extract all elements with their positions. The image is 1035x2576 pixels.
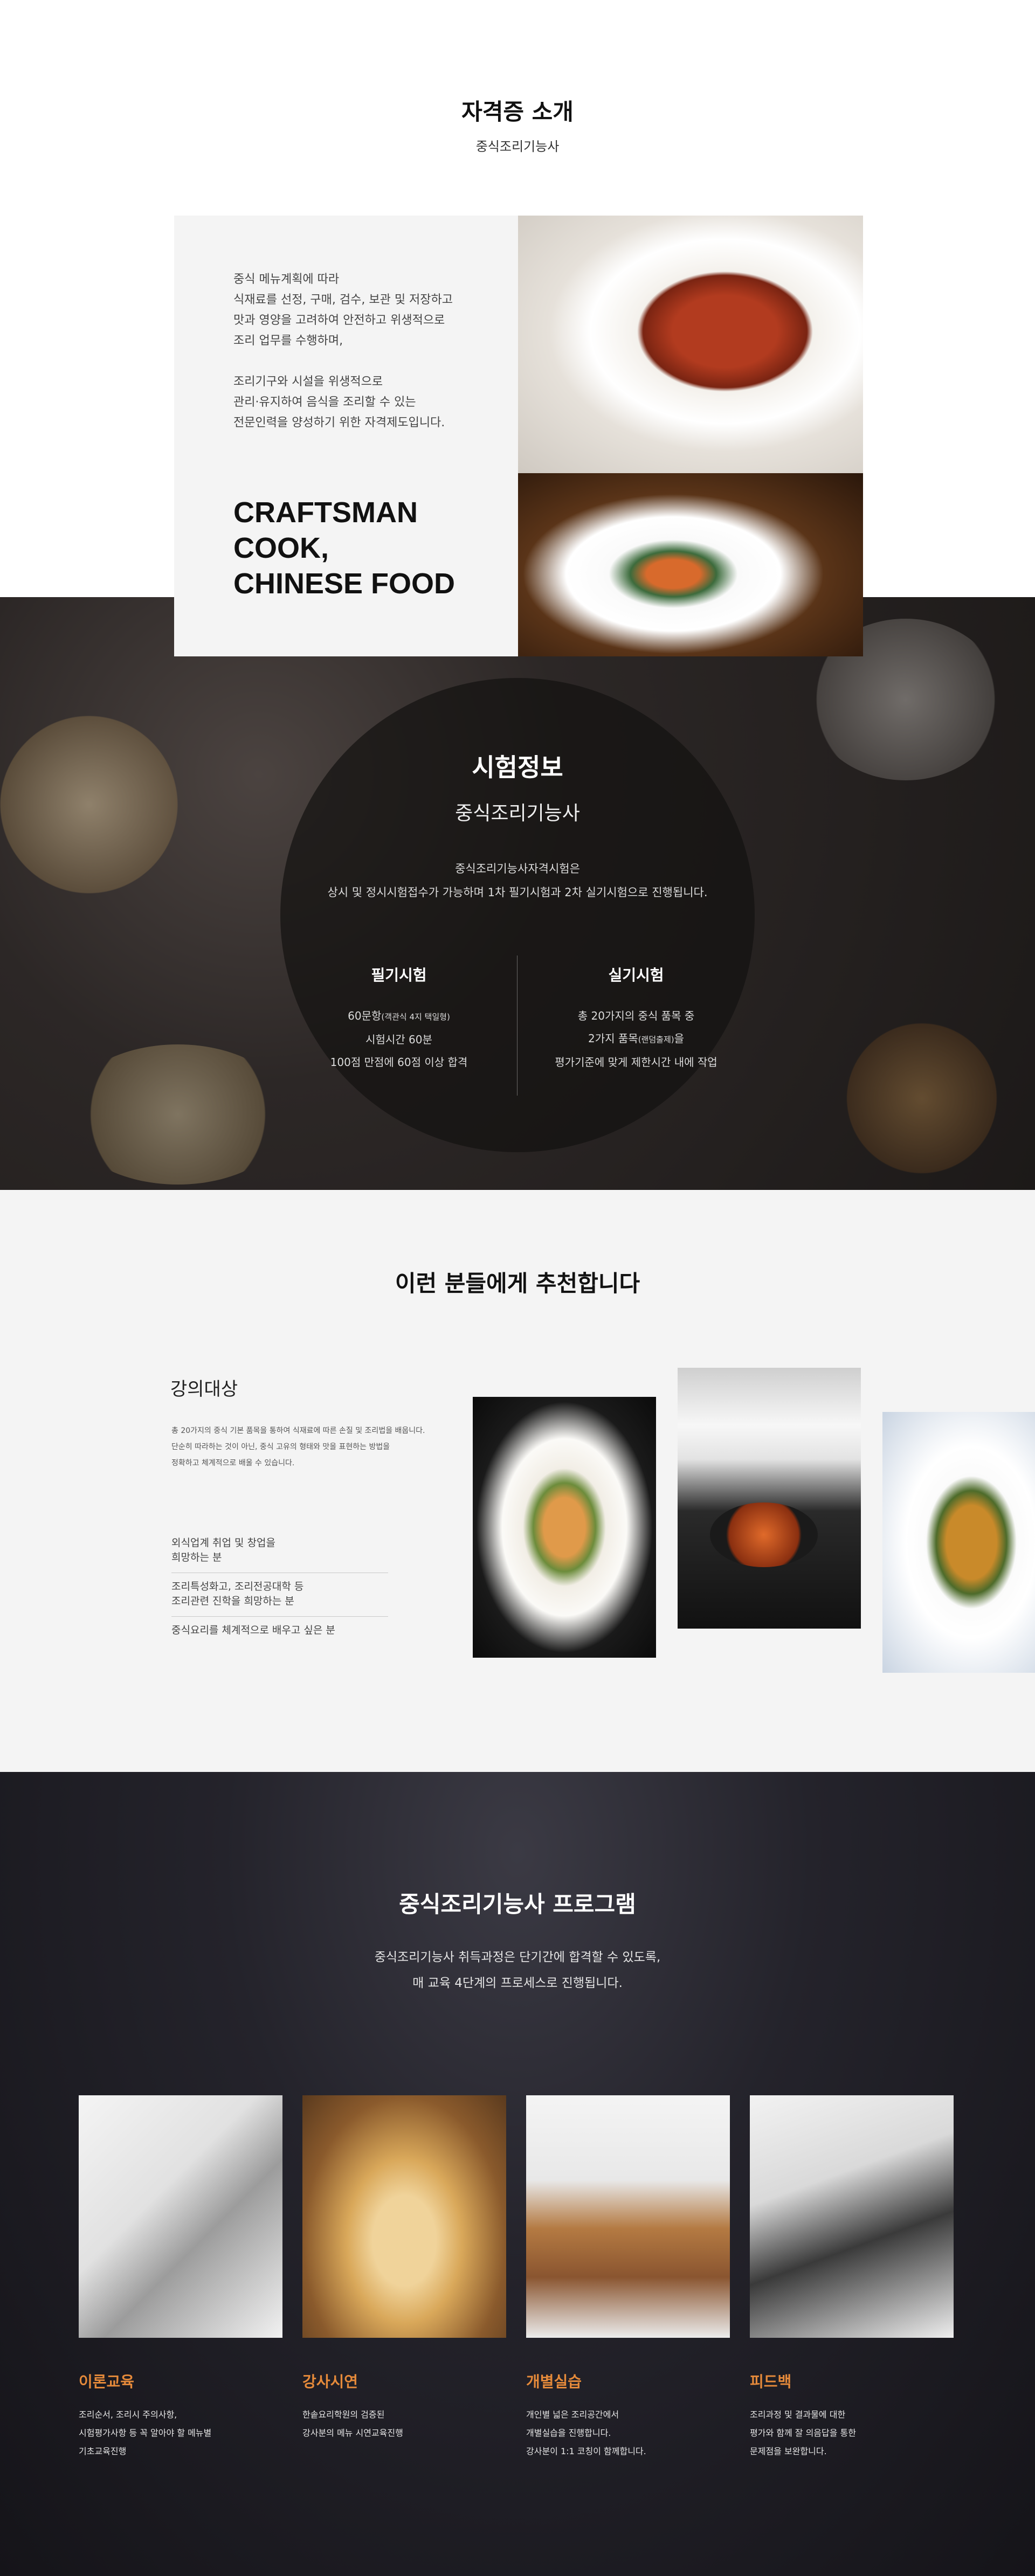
- program-card-desc: 개인별 넓은 조리공간에서 개별실습을 진행합니다. 강사분이 1:1 코칭이 …: [526, 2409, 646, 2456]
- practical-exam-line: 평가기준에 맞게 제한시간 내에 작업: [555, 1056, 717, 1069]
- program-desc-line: 매 교육 4단계의 프로세스로 진행됩니다.: [412, 1976, 623, 1990]
- program-card-feedback: 피드백 조리과정 및 결과물에 대한 평가와 함께 잘 의음답을 통한 문제점을…: [750, 2095, 954, 2461]
- target-list-item: 중식요리를 체계적으로 배우고 싶은 분: [171, 1624, 335, 1636]
- program-desc-line: 중식조리기능사 취득과정은 단기간에 합격할 수 있도록,: [374, 1950, 661, 1964]
- intro-desc-line: 관리·유지하여 음식을 조리할 수 있는: [233, 396, 416, 409]
- background-ingredient-photo: [841, 1017, 1003, 1179]
- program-card-theory: 이론교육 조리순서, 조리시 주의사항, 시험평가사항 등 꼭 알아야 할 메뉴…: [79, 2095, 282, 2461]
- written-exam-column: 필기시험 60문항(객관식 4지 택일형) 시험시간 60분 100점 만점에 …: [286, 964, 512, 1074]
- written-exam-line: 100점 만점에 60점 이상 합격: [330, 1056, 468, 1069]
- practical-exam-title: 실기시험: [608, 966, 664, 984]
- students-class-photo: [750, 2095, 954, 2338]
- recommend-section: 이런 분들에게 추천합니다 강의대상 총 20가지의 중식 기본 품목을 통하여…: [0, 1190, 1035, 1772]
- intro-title: 자격증 소개: [461, 99, 574, 125]
- program-card-title: 개별실습: [526, 2373, 582, 2391]
- dish-photo-stir-fry: [882, 1412, 1035, 1673]
- exam-subtitle: 중식조리기능사: [455, 802, 580, 825]
- program-section: 중식조리기능사 프로그램 중식조리기능사 취득과정은 단기간에 합격할 수 있도…: [0, 1772, 1035, 2576]
- chef-wok-photo: [678, 1368, 861, 1629]
- intro-card-text-panel: 중식 메뉴계획에 따라 식재료를 선정, 구매, 검수, 보관 및 저장하고 맛…: [174, 216, 518, 656]
- practical-exam-line: 총 20가지의 중식 품목 중: [577, 1009, 695, 1022]
- exam-divider: [517, 955, 518, 1096]
- subject-desc-line: 총 20가지의 중식 기본 품목을 통하여 식재료에 따른 손질 및 조리법을 …: [171, 1427, 425, 1435]
- intro-desc-line: 전문인력을 양성하기 위한 자격제도입니다.: [233, 416, 445, 430]
- subject-heading: 강의대상: [170, 1379, 238, 1400]
- exam-intro-line: 상시 및 정시시험접수가 가능하며 1차 필기시험과 2차 실기시험으로 진행됩…: [327, 886, 708, 899]
- written-exam-line: 60문항(객관식 4지 택일형): [348, 1009, 450, 1022]
- program-card-title: 피드백: [750, 2373, 792, 2391]
- dish-photo-shrimp-plate: [518, 216, 863, 473]
- intro-desc-line: 식재료를 선정, 구매, 검수, 보관 및 저장하고: [233, 293, 453, 307]
- practical-exam-column: 실기시험 총 20가지의 중식 품목 중 2가지 품목(랜덤출제)을 평가기준에…: [523, 964, 749, 1074]
- background-ingredient-photo: [65, 1044, 291, 1185]
- dish-photo-noodles: [473, 1397, 656, 1658]
- intro-subtitle: 중식조리기능사: [475, 139, 560, 154]
- practical-exam-line: 2가지 품목(랜덤출제)을: [588, 1032, 684, 1045]
- program-card-title: 강사시연: [302, 2373, 358, 2391]
- program-card-desc: 한솥요리학원의 검증된 강사분의 메뉴 시연교육진행: [302, 2409, 403, 2438]
- dumpling-making-photo: [302, 2095, 506, 2338]
- program-card-practice: 개별실습 개인별 넓은 조리공간에서 개별실습을 진행합니다. 강사분이 1:1…: [526, 2095, 730, 2461]
- intro-desc-line: 조리 업무를 수행하며,: [233, 334, 343, 348]
- recommend-title: 이런 분들에게 추천합니다: [395, 1270, 640, 1297]
- program-card-demo: 강사시연 한솥요리학원의 검증된 강사분의 메뉴 시연교육진행: [302, 2095, 506, 2442]
- kitchen-room-photo: [526, 2095, 730, 2338]
- intro-desc-line: 중식 메뉴계획에 따라: [233, 273, 340, 286]
- target-list: 외식업계 취업 및 창업을 희망하는 분 조리특성화고, 조리전공대학 등 조리…: [171, 1529, 388, 1645]
- target-list-item: 외식업계 취업 및 창업을 희망하는 분: [171, 1529, 388, 1573]
- kitchen-tools-photo: [79, 2095, 282, 2338]
- target-list-item: 조리특성화고, 조리전공대학 등 조리관련 진학을 희망하는 분: [171, 1573, 388, 1617]
- subject-desc-line: 정확하고 체계적으로 배울 수 있습니다.: [171, 1459, 295, 1467]
- dish-photo-seafood-bowl: [518, 473, 863, 656]
- program-card-title: 이론교육: [79, 2373, 135, 2391]
- written-exam-line: 시험시간 60분: [365, 1033, 432, 1046]
- subject-desc-line: 단순히 따라하는 것이 아닌, 중식 고유의 형태와 맛을 표현하는 방법을: [171, 1443, 390, 1451]
- exam-title: 시험정보: [472, 753, 563, 782]
- craft-line: COOK,: [233, 532, 329, 564]
- written-exam-title: 필기시험: [371, 966, 427, 984]
- intro-desc-line: 조리기구와 시설을 위생적으로: [233, 375, 383, 389]
- intro-card: 중식 메뉴계획에 따라 식재료를 선정, 구매, 검수, 보관 및 저장하고 맛…: [174, 216, 863, 656]
- subject-description: 총 20가지의 중식 기본 품목을 통하여 식재료에 따른 손질 및 조리법을 …: [171, 1423, 425, 1471]
- exam-info-section: 시험정보 중식조리기능사 중식조리기능사자격시험은 상시 및 정시시험접수가 가…: [0, 597, 1035, 1190]
- craft-line: CRAFTSMAN: [233, 496, 418, 529]
- intro-description: 중식 메뉴계획에 따라 식재료를 선정, 구매, 검수, 보관 및 저장하고 맛…: [233, 269, 453, 433]
- program-card-desc: 조리순서, 조리시 주의사항, 시험평가사항 등 꼭 알아야 할 메뉴별 기초교…: [79, 2409, 212, 2456]
- program-title: 중식조리기능사 프로그램: [399, 1891, 636, 1917]
- intro-desc-line: 맛과 영양을 고려하여 안전하고 위생적으로: [233, 314, 445, 327]
- exam-intro-line: 중식조리기능사자격시험은: [455, 862, 580, 875]
- craft-line: CHINESE FOOD: [233, 567, 456, 600]
- craftsman-heading: CRAFTSMAN COOK, CHINESE FOOD: [233, 495, 455, 601]
- program-card-desc: 조리과정 및 결과물에 대한 평가와 함께 잘 의음답을 통한 문제점을 보완합…: [750, 2409, 856, 2456]
